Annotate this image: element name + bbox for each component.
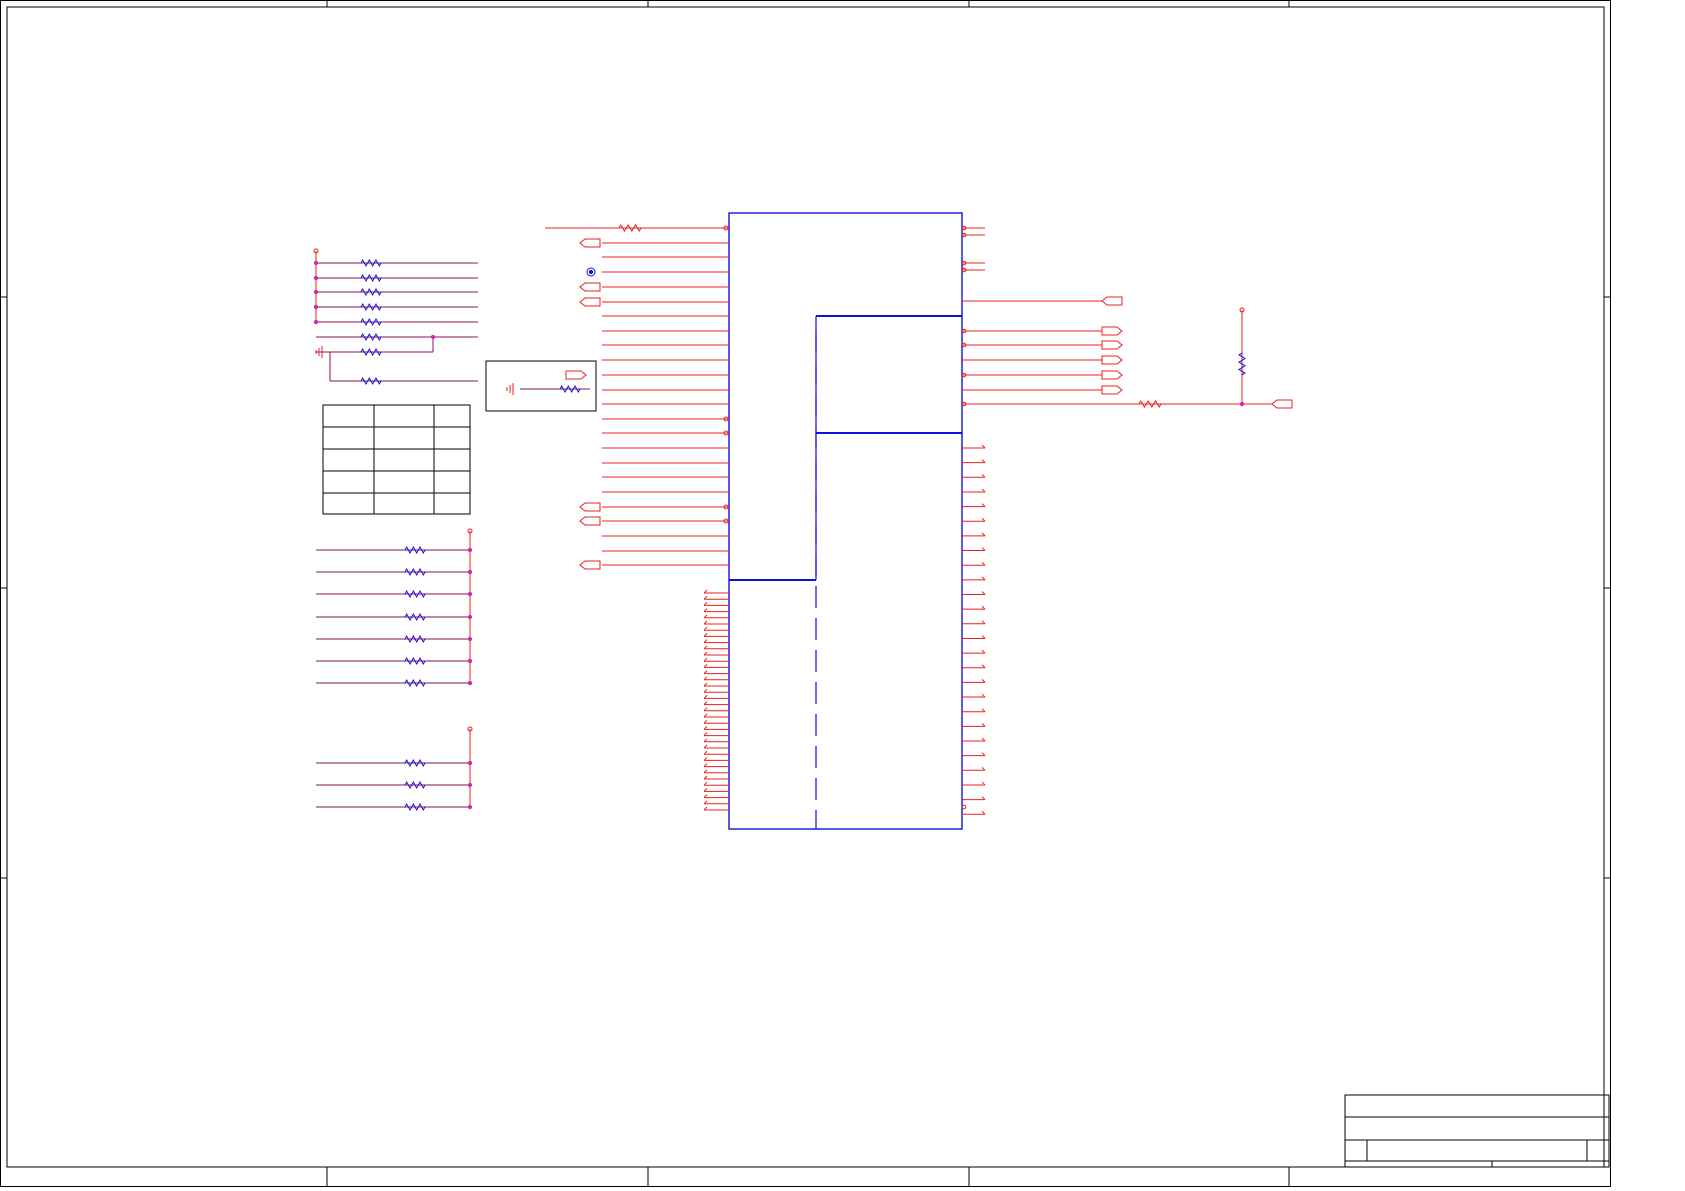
schematic-canvas: [0, 0, 1611, 1187]
offpage-connector-icon: [1101, 385, 1123, 395]
strap-resistors: [313, 248, 478, 386]
resistor-icon: [360, 347, 382, 357]
sheet-frame: [0, 0, 1611, 1187]
junction-dot: [467, 614, 473, 620]
resistor-icon: [559, 384, 581, 394]
ic-body: [728, 212, 963, 830]
config-table: [322, 404, 471, 515]
junction-dot: [467, 680, 473, 686]
offpage-connector-icon: [565, 370, 587, 380]
offpage-connector-icon: [1101, 296, 1123, 306]
resistor-icon: [404, 589, 426, 599]
offpage-connector-icon: [1101, 355, 1123, 365]
junction-dot: [313, 304, 319, 310]
config-table-box: [322, 404, 471, 515]
resistor-icon: [404, 634, 426, 644]
resistor-icon: [1238, 352, 1246, 376]
junction-dot: [430, 334, 436, 340]
resistor-icon: [360, 332, 382, 342]
offpage-connector-icon: [1271, 399, 1293, 409]
resistor-icon: [404, 802, 426, 812]
resistor-icon: [404, 678, 426, 688]
ic-right-bus-pins: [961, 444, 986, 815]
boxed-termination: [485, 360, 597, 412]
junction-dot: [1239, 401, 1245, 407]
title-block-box: [1344, 1094, 1610, 1168]
junction-dot: [313, 275, 319, 281]
schematic-sheet: [0, 0, 1685, 1191]
junction-dot: [313, 289, 319, 295]
offpage-connector-icon: [579, 502, 601, 512]
junction-dot: [467, 636, 473, 642]
outer-border: [0, 0, 1611, 1187]
offpage-connector-icon: [579, 282, 601, 292]
resistor-icon: [360, 258, 382, 268]
junction-dot: [467, 547, 473, 553]
offpage-connector-icon: [579, 560, 601, 570]
junction-dot: [467, 569, 473, 575]
resistor-icon: [404, 567, 426, 577]
pullup-bank-1: [316, 528, 473, 688]
offpage-connector-icon: [1101, 340, 1123, 350]
resistor-icon: [1138, 400, 1162, 408]
termination-box: [485, 360, 597, 412]
junction-dot: [313, 319, 319, 325]
junction-dot: [467, 760, 473, 766]
inner-border: [6, 6, 1605, 1168]
resistor-icon: [360, 287, 382, 297]
main-ic: [728, 212, 963, 830]
resistor-icon: [360, 302, 382, 312]
resistor-icon: [404, 545, 426, 555]
offpage-connector-icon: [1101, 370, 1123, 380]
ic-left-pins: [545, 224, 729, 570]
ic-left-bus-pins: [703, 589, 729, 811]
resistor-icon: [360, 376, 382, 386]
ic-right-pins: [961, 225, 1293, 409]
offpage-connector-icon: [579, 297, 601, 307]
junction-dot: [313, 260, 319, 266]
offpage-connector-icon: [579, 238, 601, 248]
resistor-icon: [360, 273, 382, 283]
pin-bubble: [961, 804, 967, 810]
ground-icon: [506, 383, 514, 395]
resistor-icon: [404, 758, 426, 768]
junction-dot: [467, 658, 473, 664]
resistor-icon: [404, 612, 426, 622]
pullup-bank-2: [316, 726, 473, 812]
offpage-connector-icon: [579, 516, 601, 526]
resistor-icon: [618, 224, 642, 232]
resistor-icon: [360, 317, 382, 327]
junction-dot: [467, 804, 473, 810]
resistor-icon: [404, 656, 426, 666]
resistor-icon: [404, 780, 426, 790]
junction-dot: [467, 782, 473, 788]
junction-dot: [467, 591, 473, 597]
offpage-connector-icon: [1101, 326, 1123, 336]
title-block: [1344, 1094, 1610, 1168]
test-point-dot: [588, 269, 594, 275]
